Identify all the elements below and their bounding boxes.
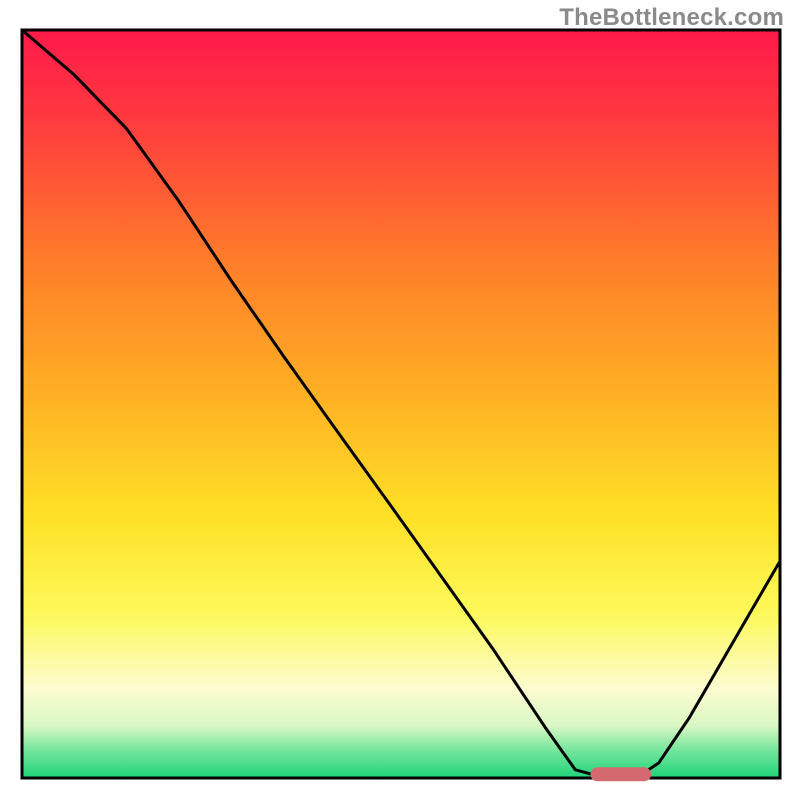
watermark-text: TheBottleneck.com xyxy=(559,4,784,32)
optimal-zone-marker xyxy=(591,767,652,781)
chart-container: { "watermark": "TheBottleneck.com", "cha… xyxy=(0,0,800,800)
bottleneck-chart xyxy=(0,0,800,800)
